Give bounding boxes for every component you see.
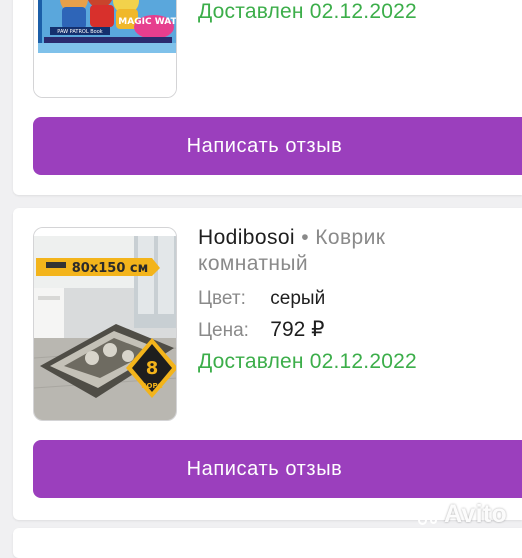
magic-water-logo: MAGIC WATER (118, 17, 177, 27)
order-card (13, 528, 522, 558)
order-card: 80x150 см 8 ВОРС Hodibosoi • Коврик комн… (13, 208, 522, 520)
color-row: Цвет: серый (198, 288, 325, 310)
delivery-status: Доставлен 02.12.2022 (198, 0, 417, 23)
pile-badge: 8 (146, 358, 159, 379)
rug-product-image: 80x150 см 8 ВОРС (34, 228, 176, 420)
price-label: Цена: (198, 320, 249, 341)
product-image[interactable]: 80x150 см 8 ВОРС (33, 227, 177, 421)
avito-watermark: Avito (416, 500, 507, 529)
color-value: серый (270, 288, 326, 309)
product-title[interactable]: Hodibosoi • Коврик комнатный (198, 225, 418, 277)
price-value: 792 ₽ (270, 318, 325, 341)
book-caption: PAW PATROL Book (57, 29, 102, 35)
price-row: Цена: 792 ₽ (198, 317, 325, 342)
pile-badge-caption: ВОРС (141, 382, 163, 390)
write-review-button[interactable]: Написать отзыв (33, 117, 522, 175)
brand-name: Hodibosoi (198, 226, 295, 249)
separator-dot: • (301, 226, 310, 249)
product-image[interactable]: MAGIC WATER PAW PATROL Book (33, 0, 177, 98)
order-card: MAGIC WATER PAW PATROL Book Доставлен 02… (13, 0, 522, 195)
paw-patrol-book-image: MAGIC WATER PAW PATROL Book (34, 0, 177, 97)
avito-logo-icon (416, 502, 440, 527)
avito-watermark-text: Avito (444, 500, 508, 528)
size-badge: 80x150 см (72, 261, 148, 276)
delivery-status: Доставлен 02.12.2022 (198, 350, 417, 373)
write-review-button[interactable]: Написать отзыв (33, 440, 522, 498)
color-label: Цвет: (198, 288, 246, 309)
